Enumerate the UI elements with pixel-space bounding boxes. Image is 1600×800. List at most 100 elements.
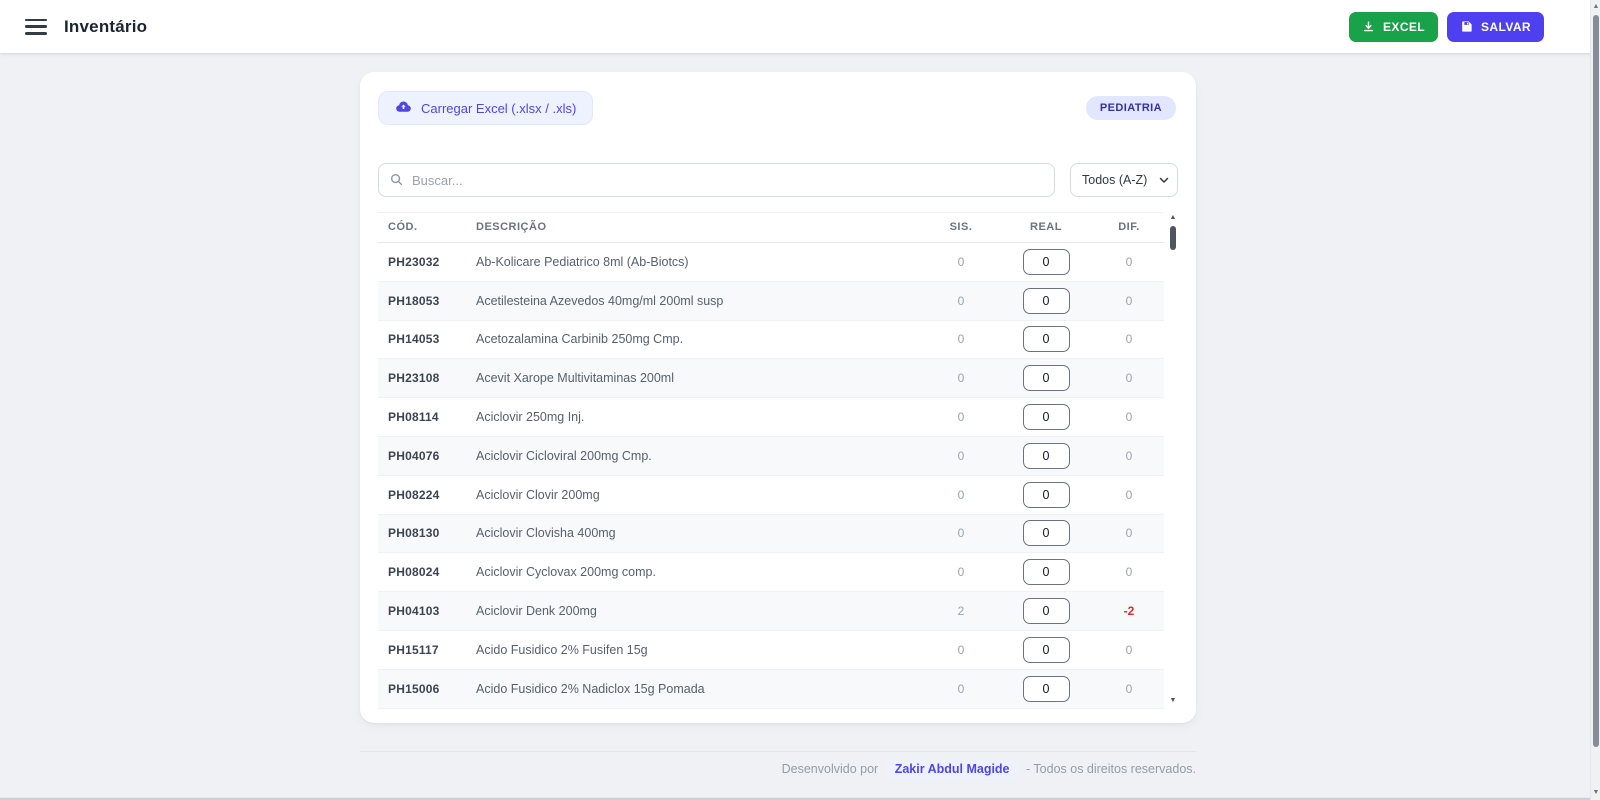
cloud-upload-icon [395,98,412,118]
real-count-input[interactable] [1022,442,1070,469]
real-count-input[interactable] [1022,365,1070,392]
row-dif-value: 0 [1094,552,1164,593]
row-dif-value: 0 [1094,630,1164,670]
real-count-input[interactable] [1022,287,1070,314]
row-description: Aciclovir Clovir 200mg [466,475,924,515]
page-scroll-up-icon[interactable]: ▲ [1591,2,1600,12]
page-scroll-down-icon[interactable]: ▼ [1591,788,1600,798]
real-count-input[interactable] [1022,520,1070,547]
row-description: Acido Fusidico 2% Fusifen 15g [466,630,924,670]
page-scrollbar[interactable]: ▲ ▼ [1590,0,1600,800]
row-code: PH15117 [378,630,466,670]
menu-icon[interactable] [25,18,47,35]
table-row: PH18053 Acetilesteina Azevedos 40mg/ml 2… [378,281,1164,321]
row-description: Ab-Kolicare Pediatrico 8ml (Ab-Biotcs) [466,242,924,282]
row-code: PH14053 [378,320,466,360]
save-icon [1460,20,1473,33]
table-row: PH08130 Aciclovir Clovisha 400mg 0 0 [378,514,1164,554]
row-sis-value: 0 [924,630,998,670]
row-code: PH18053 [378,281,466,321]
row-sis-value: 2 [924,591,998,631]
table-row: PH08224 Aciclovir Clovir 200mg 0 0 [378,475,1164,515]
row-sis-value: 0 [924,242,998,282]
row-description: Acido Fusidico 2% Nadiclox 15g Pomada [466,669,924,709]
row-dif-value: -2 [1094,591,1164,631]
excel-export-button[interactable]: EXCEL [1349,11,1439,42]
row-code: PH04103 [378,591,466,631]
row-description: Acetilesteina Azevedos 40mg/ml 200ml sus… [466,281,924,321]
real-count-input[interactable] [1022,326,1070,353]
scroll-down-icon[interactable]: ▼ [1168,697,1178,705]
row-sis-value: 0 [924,397,998,437]
row-code: PH08114 [378,397,466,437]
col-header-sis: SIS. [924,212,998,243]
row-code: PH23032 [378,242,466,282]
real-count-input[interactable] [1022,248,1070,275]
real-count-input[interactable] [1022,481,1070,508]
row-sis-value: 0 [924,669,998,709]
page-scrollbar-thumb[interactable] [1593,15,1599,747]
author-link[interactable]: Zakir Abdul Magide [885,758,1019,779]
row-dif-value: 0 [1094,397,1164,437]
real-count-input[interactable] [1022,636,1070,663]
row-description: Aciclovir Cicloviral 200mg Cmp. [466,436,924,476]
real-count-input[interactable] [1022,404,1070,431]
table-row: PH08024 Aciclovir Cyclovax 200mg comp. 0… [378,552,1164,593]
row-code: PH04076 [378,436,466,476]
row-description: Aciclovir Clovisha 400mg [466,514,924,554]
row-code: PH08130 [378,514,466,554]
real-count-input[interactable] [1022,675,1070,702]
row-code: PH23108 [378,358,466,399]
row-sis-value: 0 [924,514,998,554]
category-badge: PEDIATRIA [1085,96,1176,120]
row-code: PH08224 [378,475,466,515]
table-row: PH08114 Aciclovir 250mg Inj. 0 0 [378,397,1164,437]
row-dif-value: 0 [1094,475,1164,515]
row-sis-value: 0 [924,475,998,515]
row-dif-value: 0 [1094,514,1164,554]
row-description: Acevit Xarope Multivitaminas 200ml [466,358,924,399]
row-sis-value: 0 [924,436,998,476]
row-sis-value: 0 [924,358,998,399]
inventory-card: Carregar Excel (.xlsx / .xls) PEDIATRIA … [360,72,1196,723]
row-description: Aciclovir Cyclovax 200mg comp. [466,552,924,593]
page-footer: Desenvolvido por Zakir Abdul Magide - To… [360,750,1196,779]
row-dif-value: 0 [1094,436,1164,476]
footer-suffix: - Todos os direitos reservados. [1026,761,1196,776]
inventory-table: CÓD. DESCRIÇÃO SIS. REAL DIF. PH23032 Ab… [378,212,1178,709]
col-header-code: CÓD. [378,212,466,243]
search-input[interactable] [378,163,1055,197]
table-scrollbar-thumb[interactable] [1170,226,1176,250]
real-count-input[interactable] [1022,559,1070,586]
row-sis-value: 0 [924,320,998,360]
table-row: PH15117 Acido Fusidico 2% Fusifen 15g 0 … [378,630,1164,670]
row-code: PH15006 [378,669,466,709]
real-count-input[interactable] [1022,598,1070,625]
table-row: PH04076 Aciclovir Cicloviral 200mg Cmp. … [378,436,1164,476]
row-description: Aciclovir Denk 200mg [466,591,924,631]
app-header: Inventário EXCEL SALVAR [0,0,1600,53]
row-code: PH08024 [378,552,466,593]
row-dif-value: 0 [1094,242,1164,282]
table-row: PH23032 Ab-Kolicare Pediatrico 8ml (Ab-B… [378,242,1164,282]
scroll-up-icon[interactable]: ▲ [1168,214,1178,222]
page-title: Inventário [64,16,148,36]
table-row: PH15006 Acido Fusidico 2% Nadiclox 15g P… [378,669,1164,709]
footer-prefix: Desenvolvido por [781,761,879,776]
sort-select[interactable]: Todos (A-Z) [1070,163,1178,197]
save-button[interactable]: SALVAR [1447,11,1544,42]
col-header-description: DESCRIÇÃO [466,212,924,243]
table-row: PH23108 Acevit Xarope Multivitaminas 200… [378,358,1164,399]
download-icon [1362,20,1375,33]
table-row: PH04103 Aciclovir Denk 200mg 2 -2 [378,591,1164,631]
table-row: PH14053 Acetozalamina Carbinib 250mg Cmp… [378,320,1164,360]
row-sis-value: 0 [924,552,998,593]
table-scrollbar[interactable]: ▲ ▼ [1168,214,1178,705]
upload-excel-button[interactable]: Carregar Excel (.xlsx / .xls) [378,91,594,125]
col-header-dif: DIF. [1094,212,1164,243]
row-description: Acetozalamina Carbinib 250mg Cmp. [466,320,924,360]
col-header-real: REAL [998,212,1094,243]
row-description: Aciclovir 250mg Inj. [466,397,924,437]
table-header-row: CÓD. DESCRIÇÃO SIS. REAL DIF. [378,212,1164,243]
row-sis-value: 0 [924,281,998,321]
